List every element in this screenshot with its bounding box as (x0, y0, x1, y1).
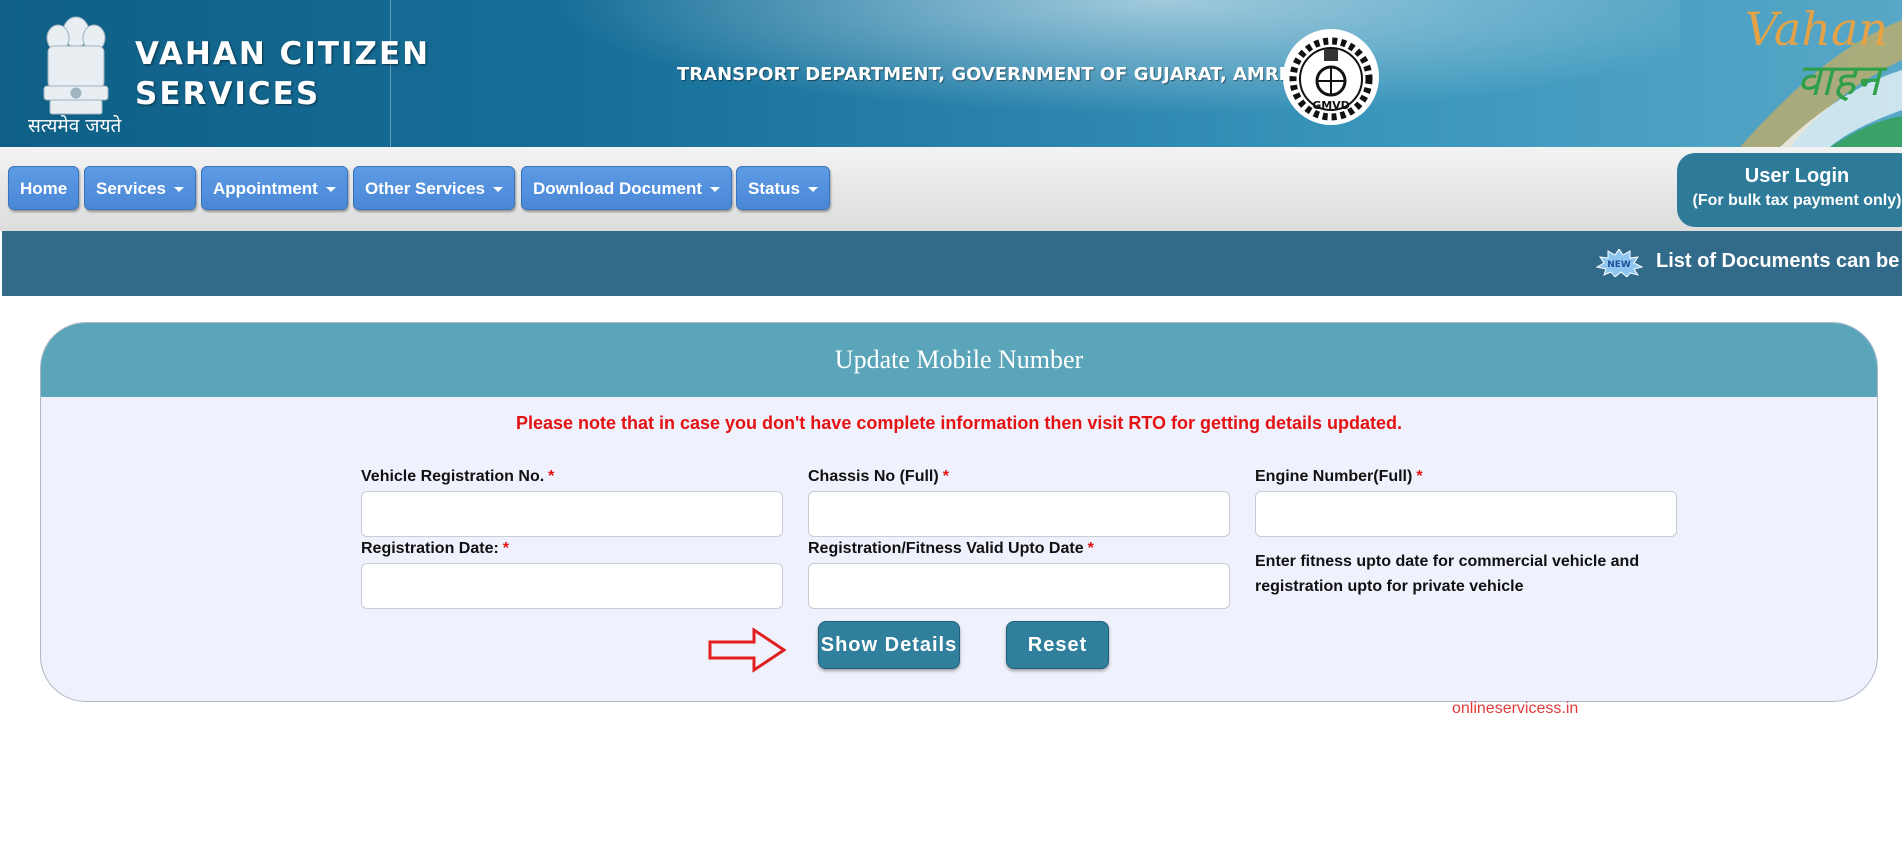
new-badge-icon: NEW (1595, 249, 1644, 277)
registration-date-label: Registration Date: * (361, 540, 509, 558)
vehicle-reg-no-label-text: Vehicle Registration No. (361, 468, 545, 485)
site-title[interactable]: VAHAN CITIZEN SERVICES (135, 34, 430, 114)
fitness-valid-upto-label: Registration/Fitness Valid Upto Date * (808, 540, 1094, 558)
main-navigation: Home Services Appointment Other Services… (0, 147, 1902, 231)
vahan-logo-hindi-text: वाहन (1796, 55, 1880, 106)
nav-download-document[interactable]: Download Document (521, 166, 733, 210)
required-marker: * (1416, 468, 1423, 485)
nav-home[interactable]: Home (8, 166, 80, 210)
nav-status-label: Status (748, 179, 800, 198)
required-marker: * (942, 468, 949, 485)
chassis-no-label: Chassis No (Full) * (808, 468, 949, 486)
registration-date-label-text: Registration Date: (361, 540, 499, 557)
engine-no-label: Engine Number(Full) * (1255, 468, 1423, 486)
gmvd-logo-icon: GMVD (1283, 29, 1379, 125)
nav-other-services-label: Other Services (365, 179, 486, 198)
form-card-header: Update Mobile Number (41, 323, 1877, 397)
caret-down-icon (325, 187, 336, 193)
vehicle-reg-no-label: Vehicle Registration No. * (361, 468, 554, 486)
chassis-no-input[interactable] (808, 491, 1230, 537)
nav-services-label: Services (96, 179, 166, 198)
gmvd-logo-label: GMVD (1312, 99, 1350, 112)
registration-date-input[interactable] (361, 563, 783, 609)
nav-services[interactable]: Services (84, 166, 196, 210)
form-title: Update Mobile Number (834, 345, 1084, 374)
site-header: सत्यमेव जयते VAHAN CITIZEN SERVICES TRAN… (0, 0, 1902, 147)
site-title-line1: VAHAN CITIZEN (135, 36, 431, 72)
caret-down-icon (807, 187, 818, 193)
news-ticker: NEW List of Documents can be v (2, 231, 1902, 296)
nav-other-services[interactable]: Other Services (353, 166, 516, 210)
nav-appointment[interactable]: Appointment (201, 166, 348, 210)
user-login-button[interactable]: User Login (For bulk tax payment only) (1677, 153, 1902, 227)
required-marker: * (548, 468, 555, 485)
fitness-valid-upto-input[interactable] (808, 563, 1230, 609)
ticker-link[interactable]: List of Documents can be v (1656, 250, 1902, 273)
user-login-title: User Login (1744, 165, 1850, 187)
required-marker: * (502, 540, 510, 557)
fitness-date-hint: Enter fitness upto date for commercial v… (1255, 553, 1640, 595)
nav-appointment-label: Appointment (213, 179, 318, 198)
vahan-logo: Vahan वाहन (1720, 0, 1902, 147)
nav-home-label: Home (20, 179, 68, 198)
required-marker: * (1087, 540, 1094, 557)
new-badge-label: NEW (1607, 260, 1631, 270)
department-title: TRANSPORT DEPARTMENT, GOVERNMENT OF GUJA… (677, 64, 1310, 85)
vehicle-reg-no-input[interactable] (361, 491, 783, 537)
emblem-motto: सत्यमेव जयते (28, 115, 122, 137)
site-title-line2: SERVICES (135, 76, 321, 112)
reset-button[interactable]: Reset (1006, 621, 1109, 669)
user-login-subtitle: (For bulk tax payment only) (1692, 192, 1902, 209)
caret-down-icon (710, 187, 721, 193)
caret-down-icon (493, 187, 504, 193)
nav-download-document-label: Download Document (533, 179, 703, 198)
caret-down-icon (173, 187, 184, 193)
nav-status[interactable]: Status (736, 166, 830, 210)
red-arrow-icon (708, 627, 786, 673)
watermark-text: onlineservicess.in (1452, 700, 1579, 717)
chassis-no-label-text: Chassis No (Full) (808, 468, 939, 485)
engine-no-label-text: Engine Number(Full) (1255, 468, 1413, 485)
form-notice: Please note that in case you don't have … (515, 413, 1403, 433)
engine-no-input[interactable] (1255, 491, 1677, 537)
show-details-button[interactable]: Show Details (818, 621, 960, 669)
fitness-valid-upto-label-text: Registration/Fitness Valid Upto Date (808, 540, 1084, 557)
update-mobile-form-card: Update Mobile Number Please note that in… (40, 322, 1878, 702)
